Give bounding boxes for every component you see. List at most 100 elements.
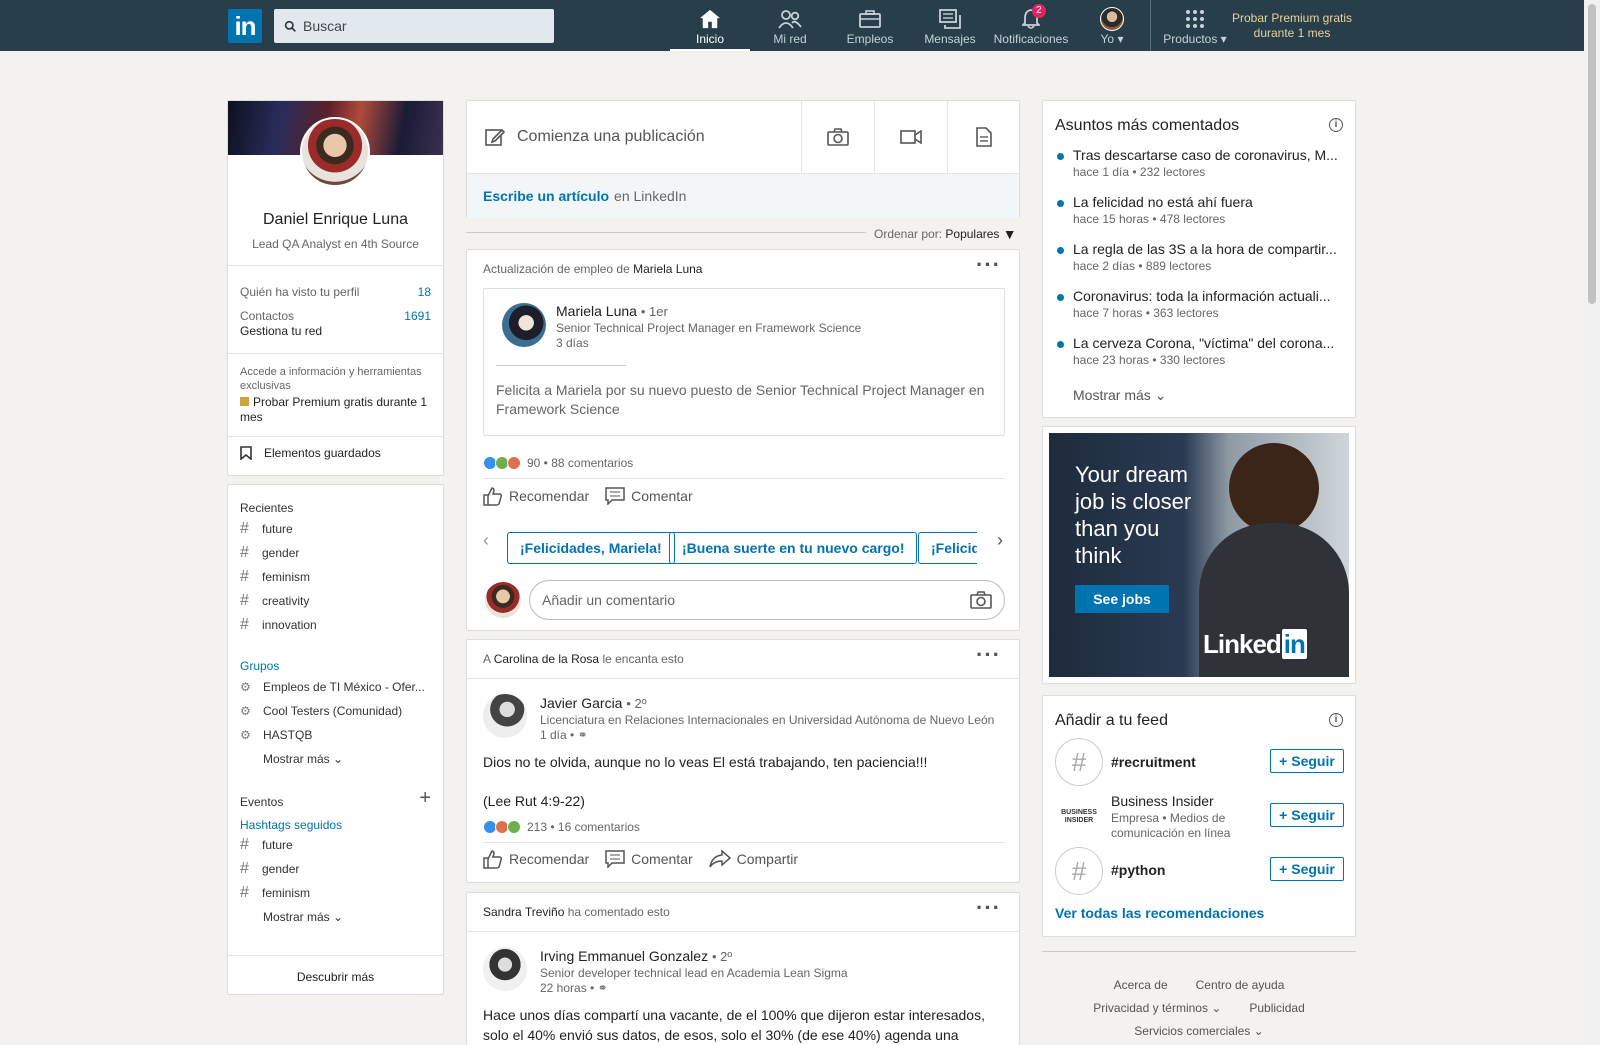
followed-hashtag[interactable]: # future — [240, 833, 431, 857]
follow-button[interactable]: + Seguir — [1270, 803, 1344, 827]
recent-hashtag[interactable]: # gender — [240, 541, 431, 565]
profile-name[interactable]: Daniel Enrique Luna — [228, 211, 443, 229]
suggestion-name[interactable]: Business Insider — [1111, 793, 1214, 809]
news-item[interactable]: La felicidad no está ahí fuera hace 15 ho… — [1073, 194, 1338, 226]
divider — [467, 931, 1019, 932]
divider — [483, 478, 1005, 479]
video-button[interactable] — [874, 101, 947, 173]
recommend-button[interactable]: Recomendar — [483, 486, 589, 506]
see-jobs-button[interactable]: See jobs — [1075, 585, 1169, 613]
follow-button[interactable]: + Seguir — [1270, 857, 1344, 881]
post-author[interactable]: Irving Emmanuel Gonzalez • 2º — [540, 948, 732, 964]
scrollbar-thumb[interactable] — [1588, 4, 1596, 304]
followed-hashtags-title[interactable]: Hashtags seguidos — [240, 818, 342, 832]
reactions-summary[interactable]: 213 • 16 comentarios — [483, 820, 640, 834]
author-avatar[interactable] — [502, 303, 546, 347]
comment-button[interactable]: Comentar — [605, 486, 693, 506]
post-context-name[interactable]: Sandra Treviño — [483, 905, 564, 919]
recent-hashtag[interactable]: # innovation — [240, 613, 431, 637]
divider — [496, 365, 626, 366]
group-item[interactable]: ⚙ Cool Testers (Comunidad) — [240, 699, 431, 723]
nav-home[interactable]: Inicio — [670, 0, 750, 51]
more-options-icon[interactable]: ··· — [976, 897, 1001, 919]
nav-me[interactable]: Yo ▾ — [1072, 0, 1152, 51]
start-post-button[interactable]: Comienza una publicación — [467, 101, 801, 173]
linkedin-logo[interactable]: in — [228, 9, 262, 43]
feed-post: A Carolina de la Rosa le encanta esto ··… — [466, 639, 1020, 883]
recent-hashtag[interactable]: # feminism — [240, 565, 431, 589]
reactions-summary[interactable]: 90 • 88 comentarios — [483, 456, 633, 470]
contacts-row[interactable]: Contactos 1691 — [240, 309, 431, 323]
photo-button[interactable] — [801, 101, 874, 173]
see-all-recommendations-link[interactable]: Ver todas las recomendaciones — [1055, 905, 1264, 921]
news-item[interactable]: Tras descartarse caso de coronavirus, M.… — [1073, 147, 1338, 179]
news-item[interactable]: La cerveza Corona, "víctima" del corona.… — [1073, 335, 1338, 367]
recent-hashtag[interactable]: # future — [240, 517, 431, 541]
news-show-more[interactable]: Mostrar más ⌄ — [1073, 387, 1166, 404]
post-context-name[interactable]: Mariela Luna — [633, 262, 702, 276]
manage-network-link[interactable]: Gestiona tu red — [240, 324, 322, 338]
quick-reply-chip[interactable]: ¡Felicidades, Mariela! — [507, 532, 675, 564]
groups-title[interactable]: Grupos — [240, 659, 279, 673]
footer-help-link[interactable]: Centro de ayuda — [1196, 978, 1285, 992]
nav-my-network[interactable]: Mi red — [750, 0, 830, 51]
camera-icon[interactable] — [970, 591, 992, 609]
profile-headline: Lead QA Analyst en 4th Source — [252, 237, 419, 251]
recommend-button[interactable]: Recomendar — [483, 849, 589, 869]
discover-more-button[interactable]: Descubrir más — [228, 970, 443, 984]
feed-post: Sandra Treviño ha comentado esto ··· Irv… — [466, 892, 1020, 1045]
premium-trial-link[interactable]: Probar Premium gratis durante 1 mes — [1227, 11, 1357, 41]
profile-views-row[interactable]: Quién ha visto tu perfil 18 — [240, 285, 431, 299]
recent-hashtag[interactable]: # creativity — [240, 589, 431, 613]
author-avatar[interactable] — [483, 694, 527, 738]
document-button[interactable] — [947, 101, 1020, 173]
premium-promo-link[interactable]: Probar Premium gratis durante 1 mes — [240, 395, 431, 425]
comment-button[interactable]: Comentar — [605, 849, 693, 869]
quick-reply-chip[interactable]: ¡Buena suerte en tu nuevo cargo! — [669, 532, 918, 564]
add-event-icon[interactable]: + — [419, 787, 431, 810]
more-options-icon[interactable]: ··· — [976, 644, 1001, 666]
followed-hashtag[interactable]: # gender — [240, 857, 431, 881]
profile-avatar[interactable] — [300, 117, 370, 187]
group-item[interactable]: ⚙ Empleos de TI México - Ofer... — [240, 675, 431, 699]
group-item[interactable]: ⚙ HASTQB — [240, 723, 431, 747]
author-avatar[interactable] — [483, 947, 527, 991]
more-options-icon[interactable]: ··· — [976, 254, 1001, 276]
info-icon[interactable]: i — [1329, 118, 1343, 132]
footer-ads-link[interactable]: Publicidad — [1249, 1001, 1304, 1015]
scrollbar[interactable] — [1584, 0, 1600, 1045]
footer-about-link[interactable]: Acerca de — [1114, 978, 1168, 992]
post-context-name[interactable]: Carolina de la Rosa — [494, 652, 599, 666]
nav-notifications[interactable]: 2 Notificaciones — [990, 0, 1072, 51]
post-author[interactable]: Javier Garcia • 2º — [540, 695, 647, 711]
footer: Acerca de Centro de ayuda Privacidad y té… — [1042, 978, 1356, 1038]
groups-show-more[interactable]: Mostrar más ⌄ — [240, 747, 431, 771]
write-article-link[interactable]: Escribe un artículo — [483, 188, 609, 204]
info-icon[interactable]: i — [1329, 713, 1343, 727]
share-button[interactable]: Compartir — [708, 849, 798, 869]
nav-messages[interactable]: Mensajes — [910, 0, 990, 51]
author-headline: Senior Technical Project Manager en Fram… — [556, 321, 862, 335]
post-author[interactable]: Mariela Luna • 1er — [556, 303, 668, 319]
search-input[interactable]: Buscar — [274, 9, 554, 43]
suggestion-name[interactable]: #python — [1111, 862, 1165, 878]
follow-button[interactable]: + Seguir — [1270, 749, 1344, 773]
footer-privacy-link[interactable]: Privacidad y términos ⌄ — [1093, 1001, 1221, 1015]
news-item[interactable]: La regla de las 3S a la hora de comparti… — [1073, 241, 1338, 273]
suggestion-name[interactable]: #recruitment — [1111, 754, 1196, 770]
footer-business-link[interactable]: Servicios comerciales ⌄ — [1134, 1024, 1263, 1038]
followed-hashtag[interactable]: # feminism — [240, 881, 431, 905]
profile-card: Daniel Enrique Luna Lead QA Analyst en 4… — [227, 100, 444, 476]
quick-reply-chip[interactable]: ¡Felicida — [918, 532, 977, 564]
hashtags-show-more[interactable]: Mostrar más ⌄ — [240, 905, 431, 929]
news-item[interactable]: Coronavirus: toda la información actuali… — [1073, 288, 1338, 320]
saved-items-link[interactable]: Elementos guardados — [240, 446, 381, 460]
chevron-down-icon: ▾ — [1220, 32, 1227, 46]
chevron-left-icon[interactable]: ‹ — [483, 530, 489, 551]
comment-label: Comentar — [631, 488, 693, 504]
comment-input[interactable]: Añadir un comentario — [529, 580, 1005, 620]
chevron-right-icon[interactable]: › — [997, 530, 1003, 551]
sort-dropdown[interactable]: Ordenar por: Populares ▼ — [874, 226, 1017, 242]
nav-jobs[interactable]: Empleos — [830, 0, 910, 51]
advertisement[interactable]: Your dream job is closer than you think … — [1042, 426, 1356, 684]
